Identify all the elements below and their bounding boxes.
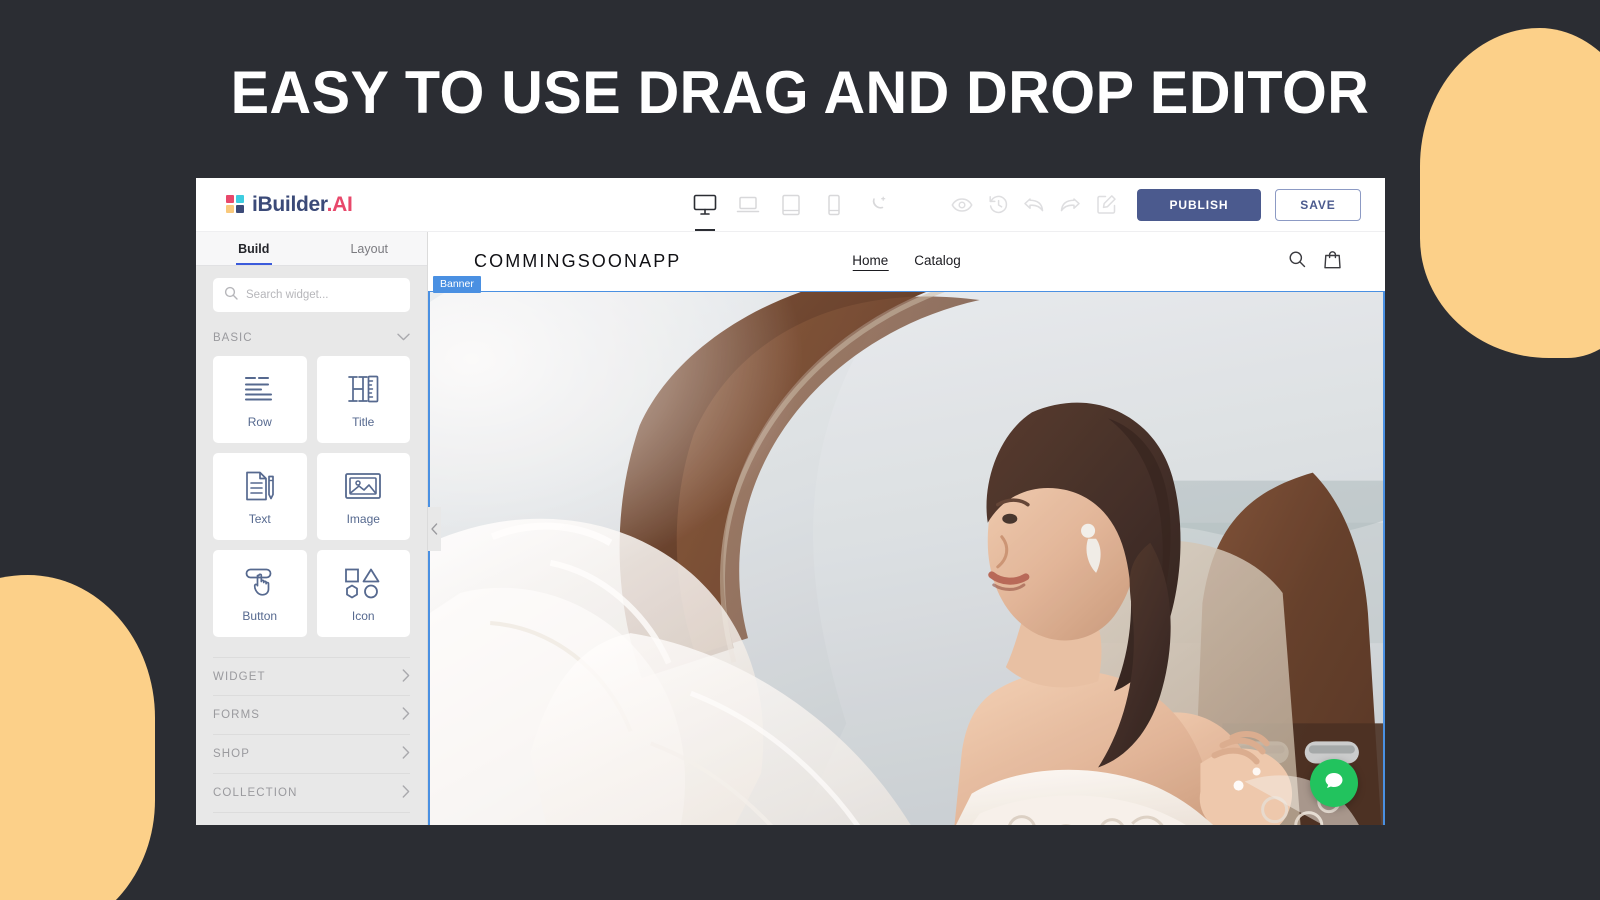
- tab-build[interactable]: Build: [196, 232, 312, 265]
- logo-text: iBuilder.AI: [252, 193, 353, 217]
- sidebar-section-label: WIDGET: [213, 670, 266, 683]
- save-button[interactable]: SAVE: [1275, 188, 1361, 221]
- widget-card-title[interactable]: Title: [316, 356, 410, 443]
- editor-actions: PUBLISH SAVE: [951, 188, 1385, 221]
- widget-card-button[interactable]: Button: [213, 550, 307, 637]
- history-clock-icon[interactable]: [987, 194, 1009, 216]
- editor-sidebar: Build Layout BASI: [196, 232, 428, 825]
- mobile-icon[interactable]: [821, 185, 847, 225]
- page-headline: EASY TO USE DRAG AND DROP EDITOR: [230, 59, 1370, 126]
- chevron-right-icon: [402, 746, 410, 762]
- group-basic-header[interactable]: BASIC: [196, 320, 427, 356]
- tablet-icon[interactable]: [778, 185, 804, 225]
- button-hand-click-icon: [241, 564, 279, 602]
- site-nav: Home Catalog: [852, 253, 961, 271]
- search-icon[interactable]: [1288, 250, 1306, 273]
- chevron-right-icon: [402, 668, 410, 685]
- sidebar-section-shop[interactable]: SHOP: [213, 735, 410, 774]
- widget-card-label: Title: [352, 415, 375, 429]
- logo-text-accent: .AI: [326, 192, 353, 216]
- search-input[interactable]: [246, 289, 400, 301]
- site-title: COMMINGSOONAPP: [474, 251, 682, 271]
- shopping-bag-icon[interactable]: [1324, 250, 1341, 274]
- sidebar-section-label: COLLECTION: [213, 787, 298, 799]
- search-box[interactable]: [213, 278, 410, 312]
- site-header: COMMINGSOONAPP Home Catalog: [428, 232, 1385, 291]
- decorative-blob-bottom-left: [0, 575, 155, 900]
- widget-card-label: Button: [242, 609, 278, 623]
- widget-card-label: Row: [247, 415, 272, 429]
- chevron-down-icon: [397, 332, 410, 344]
- widget-card-label: Text: [248, 512, 271, 526]
- widget-card-row[interactable]: Row: [213, 356, 307, 443]
- hero-image: [430, 292, 1383, 825]
- tab-layout[interactable]: Layout: [312, 232, 428, 265]
- editor-body: Build Layout BASI: [196, 232, 1385, 825]
- image-picture-icon: [344, 467, 382, 505]
- chevron-left-icon[interactable]: [428, 506, 441, 551]
- search-icon: [224, 286, 238, 305]
- hero-banner-block[interactable]: [428, 290, 1385, 825]
- sidebar-section-collection[interactable]: COLLECTION: [213, 774, 410, 813]
- widget-card-text[interactable]: Text: [213, 453, 307, 540]
- status-badge: Banner: [433, 276, 481, 293]
- sidebar-search-area: [196, 266, 427, 312]
- undo-arrow-icon[interactable]: [1023, 194, 1045, 216]
- grid-logo-icon: [226, 195, 245, 214]
- nav-link-catalog[interactable]: Catalog: [914, 253, 961, 270]
- chat-widget-button[interactable]: [1310, 759, 1358, 807]
- widget-card-icon[interactable]: Icon: [316, 550, 410, 637]
- widget-card-label: Image: [346, 512, 380, 526]
- publish-button[interactable]: PUBLISH: [1137, 188, 1261, 221]
- edit-pencil-icon[interactable]: [1095, 194, 1117, 216]
- shapes-icon: [343, 564, 383, 602]
- app-window: iBuilder.AI PUBLISH SAVE Build Layout Se…: [196, 178, 1385, 825]
- sidebar-tabs: Build Layout: [196, 232, 427, 266]
- chevron-right-icon: [402, 785, 410, 801]
- sidebar-section-label: FORMS: [213, 709, 261, 721]
- group-basic-label: BASIC: [213, 332, 253, 344]
- moon-icon[interactable]: [864, 185, 890, 225]
- sidebar-section-forms[interactable]: FORMS: [213, 696, 410, 735]
- device-preview-bar: [692, 178, 890, 231]
- editor-canvas: COMMINGSOONAPP Home Catalog Banner: [428, 232, 1385, 825]
- site-header-icons: [1288, 250, 1341, 274]
- page-root: EASY TO USE DRAG AND DROP EDITOR iBuilde…: [0, 0, 1600, 900]
- desktop-icon[interactable]: [692, 185, 718, 231]
- row-lines-icon: [243, 370, 277, 408]
- nav-link-home[interactable]: Home: [852, 253, 889, 271]
- laptop-icon[interactable]: [735, 185, 761, 225]
- widget-grid: Row Title Text Image Button Icon: [196, 356, 427, 637]
- chat-bubble-icon: [1322, 769, 1346, 798]
- widget-card-image[interactable]: Image: [316, 453, 410, 540]
- title-h-ruler-icon: [345, 370, 381, 408]
- sidebar-section-widget[interactable]: WIDGET: [213, 657, 410, 696]
- redo-arrow-icon[interactable]: [1059, 194, 1081, 216]
- editor-topbar: iBuilder.AI PUBLISH SAVE: [196, 178, 1385, 232]
- logo-text-primary: iBuilder: [252, 192, 327, 216]
- text-document-pencil-icon: [242, 467, 278, 505]
- sidebar-sections: WIDGET FORMS SHOP COLLECTION: [196, 657, 427, 813]
- app-logo[interactable]: iBuilder.AI: [226, 193, 353, 217]
- chevron-right-icon: [402, 707, 410, 723]
- sidebar-section-label: SHOP: [213, 748, 250, 760]
- eye-icon[interactable]: [951, 194, 973, 216]
- widget-card-label: Icon: [351, 609, 375, 623]
